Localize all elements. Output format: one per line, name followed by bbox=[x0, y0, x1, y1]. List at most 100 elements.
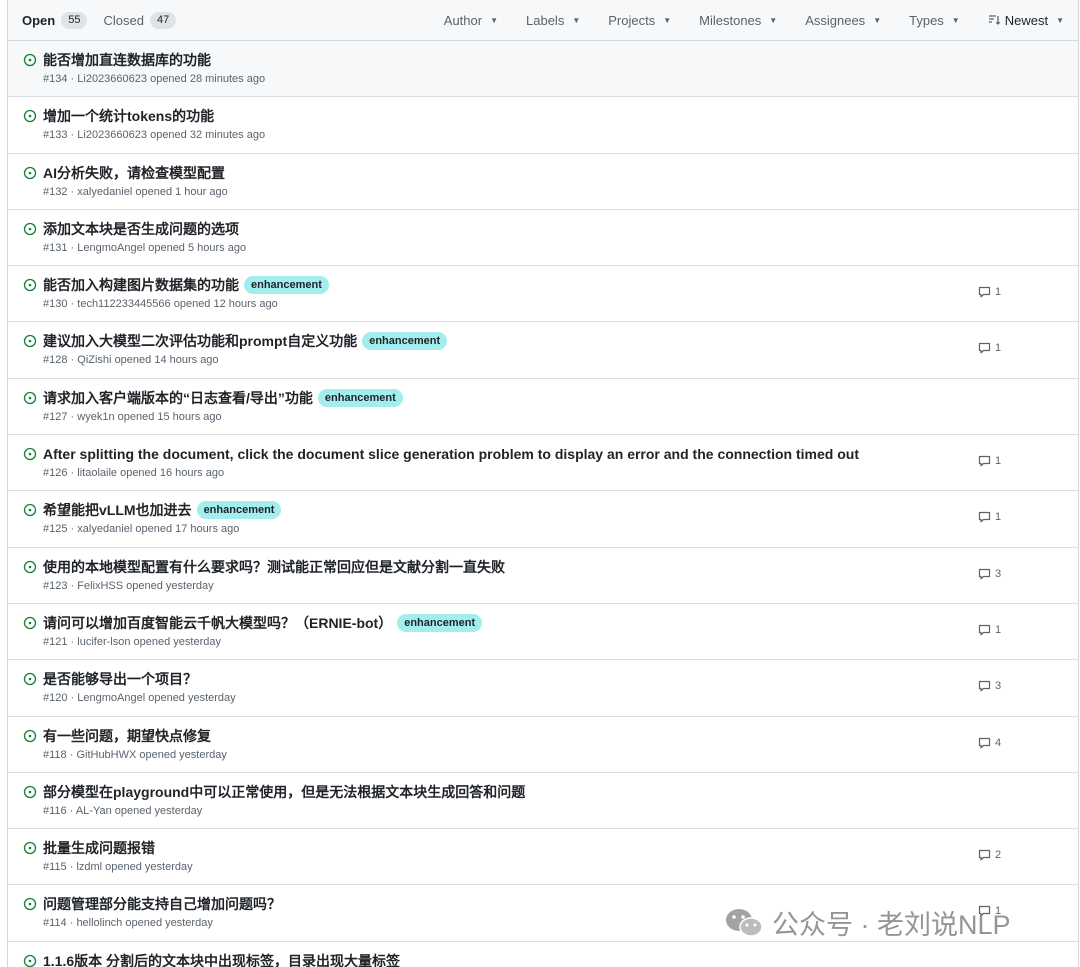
issue-title-line: 是否能够导出一个项目？ bbox=[43, 669, 1078, 689]
comment-count-link[interactable]: 1 bbox=[978, 624, 1001, 636]
issue-author-link[interactable]: lucifer-lson bbox=[77, 636, 130, 648]
open-count-badge: 55 bbox=[61, 11, 88, 29]
issue-title-link[interactable]: 部分模型在playground中可以正常使用，但是无法根据文本块生成回答和问题 bbox=[43, 782, 525, 802]
issue-row[interactable]: 添加文本块是否生成问题的选项 #131 · LengmoAngel opened … bbox=[8, 210, 1078, 267]
chevron-down-icon: ▼ bbox=[951, 15, 960, 25]
issue-row[interactable]: 部分模型在playground中可以正常使用，但是无法根据文本块生成回答和问题 #… bbox=[8, 773, 1078, 830]
enhancement-label[interactable]: enhancement bbox=[196, 501, 282, 520]
issue-row[interactable]: 建议加入大模型二次评估功能和prompt自定义功能 enhancement #128… bbox=[8, 322, 1078, 379]
issue-title-link[interactable]: 是否能够导出一个项目？ bbox=[43, 669, 197, 689]
issue-row[interactable]: 有一些问题，期望快点修复 #118 · GitHubHWX opened yest… bbox=[8, 717, 1078, 773]
issue-title-link[interactable]: 问题管理部分能支持自己增加问题吗？ bbox=[43, 894, 281, 914]
issue-title-link[interactable]: 使用的本地模型配置有什么要求吗？测试能正常回应但是文献分割一直失败 bbox=[43, 557, 505, 577]
issue-author-link[interactable]: tech112233445566 bbox=[77, 298, 170, 310]
issue-author-link[interactable]: AL-Yan bbox=[76, 805, 112, 817]
issue-number: #126 bbox=[43, 467, 68, 480]
issue-title-link[interactable]: 希望能把vLLM也加进去 bbox=[43, 500, 192, 520]
chevron-down-icon: ▼ bbox=[572, 15, 581, 25]
issue-author-link[interactable]: Li2023660623 bbox=[77, 129, 147, 141]
projects-filter[interactable]: Projects ▼ bbox=[608, 13, 671, 28]
comment-count-link[interactable]: 1 bbox=[978, 511, 1001, 523]
issue-title-link[interactable]: 能否增加直连数据库的功能 bbox=[43, 50, 211, 70]
issue-author-link[interactable]: LengmoAngel bbox=[77, 692, 145, 704]
issue-row[interactable]: 1.1.6版本 分割后的文本块中出现标签，目录出现大量标签 bbox=[8, 942, 1078, 967]
issue-title-line: AI分析失败，请检查模型配置 bbox=[43, 163, 1078, 183]
issue-row[interactable]: 能否增加直连数据库的功能 #134 · Li2023660623 opened 2… bbox=[8, 41, 1078, 98]
comment-count-link[interactable]: 4 bbox=[978, 737, 1001, 749]
comment-count-link[interactable]: 2 bbox=[978, 849, 1001, 861]
issue-author-link[interactable]: GitHubHWX bbox=[76, 749, 136, 761]
enhancement-label[interactable]: enhancement bbox=[397, 613, 483, 632]
labels-filter[interactable]: Labels ▼ bbox=[526, 13, 580, 28]
issue-author-link[interactable]: FelixHSS bbox=[77, 580, 123, 592]
types-filter[interactable]: Types ▼ bbox=[909, 13, 960, 28]
comment-count-link[interactable]: 1 bbox=[978, 286, 1001, 298]
issue-opened-time: opened 14 hours ago bbox=[114, 354, 219, 367]
milestones-filter[interactable]: Milestones ▼ bbox=[699, 13, 777, 28]
enhancement-label[interactable]: enhancement bbox=[362, 332, 448, 351]
enhancement-label[interactable]: enhancement bbox=[317, 388, 403, 407]
issue-title-link[interactable]: After splitting the document, click the … bbox=[43, 446, 859, 462]
issue-row[interactable]: 批量生成问题报错 #115 · lzdml opened yesterday 2 bbox=[8, 829, 1078, 886]
issue-row[interactable]: AI分析失败，请检查模型配置 #132 · xalyedaniel opened … bbox=[8, 154, 1078, 210]
watermark-text: 公众号 · 老刘说NLP bbox=[772, 910, 1011, 940]
issue-number: #131 bbox=[43, 241, 68, 254]
comment-count-link[interactable]: 1 bbox=[978, 342, 1001, 354]
comment-count-link[interactable]: 3 bbox=[978, 568, 1001, 580]
issue-title-link[interactable]: 有一些问题，期望快点修复 bbox=[43, 726, 211, 746]
issue-author-link[interactable]: wyek1n bbox=[77, 411, 114, 423]
issue-row[interactable]: 是否能够导出一个项目？ #120 · LengmoAngel opened yes… bbox=[8, 660, 1078, 717]
filter-label: Projects bbox=[608, 12, 656, 28]
issue-title-link[interactable]: 添加文本块是否生成问题的选项 bbox=[43, 219, 239, 239]
issue-row[interactable]: 能否加入构建图片数据集的功能 enhancement #130 · tech1122… bbox=[8, 266, 1078, 323]
comment-count-link[interactable]: 1 bbox=[978, 455, 1001, 467]
issue-row[interactable]: 增加一个统计tokens的功能 #133 · Li2023660623 opene… bbox=[8, 97, 1078, 154]
issue-open-icon bbox=[23, 53, 37, 67]
issue-number: #116 bbox=[43, 804, 67, 817]
issue-title-link[interactable]: 请求加入客户端版本的“日志查看/导出”功能 bbox=[43, 388, 313, 408]
issue-author-link[interactable]: LengmoAngel bbox=[77, 242, 145, 254]
issue-number: #132 bbox=[43, 185, 68, 198]
author-filter[interactable]: Author ▼ bbox=[444, 13, 498, 28]
issue-author-link[interactable]: QiZishi bbox=[77, 354, 111, 366]
issue-author-link[interactable]: lzdml bbox=[76, 861, 102, 873]
issue-row[interactable]: 希望能把vLLM也加进去 enhancement #125 · xalyedanie… bbox=[8, 491, 1078, 548]
issue-row[interactable]: 使用的本地模型配置有什么要求吗？测试能正常回应但是文献分割一直失败 #123 · … bbox=[8, 548, 1078, 604]
issue-number: #127 bbox=[43, 410, 68, 423]
sort-label: Newest bbox=[1004, 12, 1049, 28]
issue-meta: #125 · xalyedaniel opened 17 hours ago bbox=[43, 523, 240, 536]
issue-row[interactable]: 请问可以增加百度智能云千帆大模型吗？（ERNIE-bot） enhancement… bbox=[8, 604, 1078, 661]
issue-title-link[interactable]: 增加一个统计tokens的功能 bbox=[43, 106, 214, 126]
issue-author-link[interactable]: xalyedaniel bbox=[77, 523, 132, 535]
issue-opened-time: opened yesterday bbox=[139, 748, 227, 761]
issue-open-icon bbox=[23, 391, 37, 404]
issue-title-link[interactable]: 建议加入大模型二次评估功能和prompt自定义功能 bbox=[43, 331, 357, 351]
issue-title-line: 部分模型在playground中可以正常使用，但是无法根据文本块生成回答和问题 bbox=[43, 782, 1078, 802]
issue-number: #128 bbox=[43, 354, 68, 367]
issue-author-link[interactable]: xalyedaniel bbox=[77, 186, 132, 198]
issue-row[interactable]: After splitting the document, click the … bbox=[8, 435, 1078, 492]
filter-label: Assignees bbox=[805, 12, 866, 28]
issue-title-line: 批量生成问题报错 bbox=[43, 838, 1078, 858]
assignees-filter[interactable]: Assignees ▼ bbox=[805, 13, 881, 28]
issue-author-link[interactable]: hellolinch bbox=[76, 917, 122, 929]
open-issues-tab[interactable]: Open 55 bbox=[22, 11, 88, 29]
enhancement-label[interactable]: enhancement bbox=[244, 276, 329, 295]
closed-count-badge: 47 bbox=[149, 11, 177, 29]
issue-title-link[interactable]: AI分析失败，请检查模型配置 bbox=[43, 163, 225, 183]
issue-title-link[interactable]: 1.1.6版本 分割后的文本块中出现标签，目录出现大量标签 bbox=[43, 951, 400, 967]
comment-count: 4 bbox=[995, 736, 1002, 749]
issue-author-link[interactable]: Li2023660623 bbox=[77, 73, 147, 85]
sort-dropdown[interactable]: Newest ▼ bbox=[988, 13, 1064, 28]
issue-opened-time: opened 28 minutes ago bbox=[150, 73, 266, 85]
comment-count-link[interactable]: 3 bbox=[978, 680, 1001, 692]
issue-open-icon bbox=[23, 504, 37, 517]
issue-author-link[interactable]: litaolaile bbox=[77, 467, 117, 479]
closed-issues-tab[interactable]: Closed 47 bbox=[103, 11, 177, 29]
issue-title-link[interactable]: 批量生成问题报错 bbox=[43, 838, 155, 858]
issue-title-link[interactable]: 能否加入构建图片数据集的功能 bbox=[43, 275, 239, 295]
issue-row[interactable]: 请求加入客户端版本的“日志查看/导出”功能 enhancement #127 · w… bbox=[8, 379, 1078, 436]
issue-meta: #118 · GitHubHWX opened yesterday bbox=[43, 748, 227, 761]
issue-number: #121 bbox=[43, 635, 68, 648]
issue-title-link[interactable]: 请问可以增加百度智能云千帆大模型吗？（ERNIE-bot） bbox=[43, 613, 392, 633]
